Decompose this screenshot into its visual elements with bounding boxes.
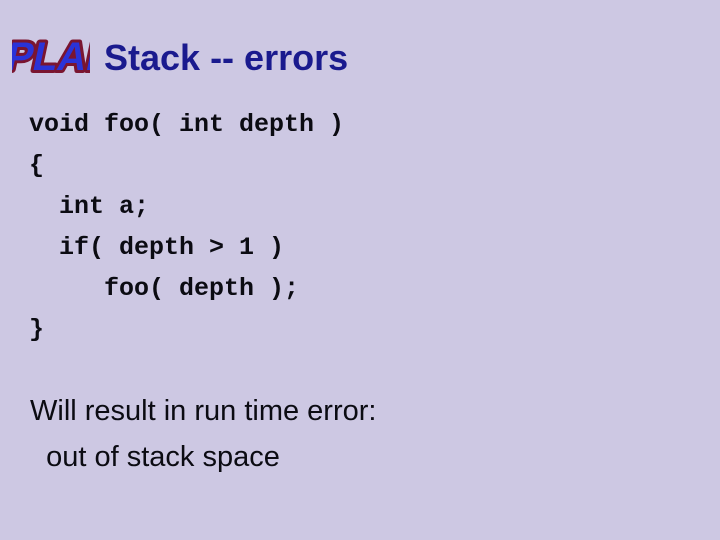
- page-title: Stack -- errors: [104, 37, 349, 78]
- plab-logo: PLAB PLAB: [12, 24, 90, 82]
- code-line: int a;: [29, 192, 150, 221]
- conclusion-line: out of stack space: [30, 441, 280, 473]
- plab-logo-glyphs: PLAB PLAB: [12, 30, 90, 81]
- code-line: }: [29, 315, 45, 344]
- slide-canvas: PLAB PLAB Stack -- errors void foo( int …: [0, 0, 720, 540]
- code-line: if( depth > 1 ): [29, 233, 285, 262]
- svg-text:PLAB: PLAB: [12, 33, 90, 78]
- code-block: void foo( int depth ) { int a; if( depth…: [29, 104, 449, 350]
- code-line: {: [29, 151, 45, 180]
- code-line: foo( depth );: [29, 274, 300, 303]
- conclusion-text: Will result in run time error: out of st…: [30, 388, 530, 480]
- code-line: void foo( int depth ): [29, 110, 345, 139]
- conclusion-line: Will result in run time error:: [30, 395, 377, 427]
